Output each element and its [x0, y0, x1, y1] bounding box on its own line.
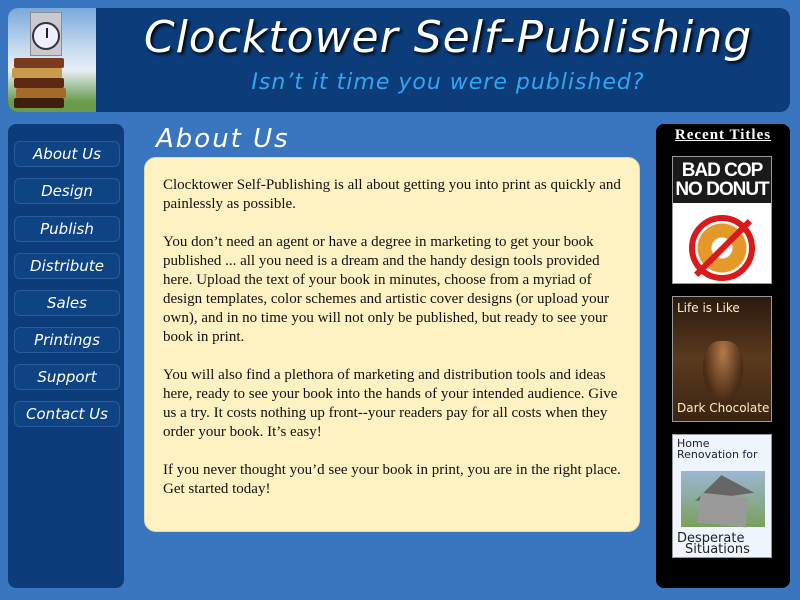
book-graphic	[14, 78, 64, 88]
book-graphic	[16, 88, 66, 98]
clock-icon	[32, 22, 60, 50]
nav-item-about-us[interactable]: About Us	[14, 141, 120, 167]
house-walls	[697, 492, 749, 528]
page-title: About Us	[156, 124, 290, 154]
content-paragraph: Clocktower Self-Publishing is all about …	[163, 177, 621, 212]
nav-item-distribute[interactable]: Distribute	[14, 253, 120, 279]
nav-item-design[interactable]: Design	[14, 178, 120, 204]
recent-titles-heading[interactable]: Recent Titles	[656, 127, 790, 144]
book-graphic	[12, 68, 62, 78]
site-tagline: Isn’t it time you were published?	[251, 70, 645, 95]
content-paragraph: You will also find a plethora of marketi…	[163, 367, 618, 440]
content-paragraph: You don’t need an agent or have a degree…	[163, 234, 610, 345]
book-cover-home-renovation[interactable]: Home Renovation for Desperate Situations	[672, 434, 772, 558]
recent-titles-sidebar: Recent Titles BAD COP NO DONUT Life is L…	[656, 124, 790, 588]
cover-title-line: Renovation for	[677, 448, 758, 461]
cover-title: BAD COP NO DONUT	[673, 157, 771, 203]
nav-item-support[interactable]: Support	[14, 364, 120, 390]
book-graphic	[14, 58, 64, 68]
book-cover-bad-cop-no-donut[interactable]: BAD COP NO DONUT	[672, 156, 772, 284]
content-paragraph: If you never thought you’d see your book…	[163, 462, 621, 497]
nav-item-publish[interactable]: Publish	[14, 216, 120, 242]
chocolate-drip-image	[703, 341, 743, 401]
nav-item-printings[interactable]: Printings	[14, 327, 120, 353]
book-graphic	[14, 98, 64, 108]
cover-title-top: Life is Like	[677, 301, 740, 315]
site-title: Clocktower Self-Publishing	[143, 12, 753, 63]
book-cover-dark-chocolate[interactable]: Life is Like Dark Chocolate	[672, 296, 772, 422]
main-nav: About Us Design Publish Distribute Sales…	[8, 124, 124, 588]
cover-title-line: NO DONUT	[675, 179, 769, 200]
clocktower-logo[interactable]	[8, 8, 96, 112]
cover-title-line: Situations	[685, 542, 750, 557]
site-header: Clocktower Self-Publishing Isn’t it time…	[8, 8, 790, 112]
cover-title-line: BAD COP	[681, 160, 764, 181]
nav-item-contact-us[interactable]: Contact Us	[14, 401, 120, 427]
about-content-panel: Clocktower Self-Publishing is all about …	[144, 157, 640, 532]
cover-title-bottom: Dark Chocolate	[677, 401, 770, 415]
nav-item-sales[interactable]: Sales	[14, 290, 120, 316]
